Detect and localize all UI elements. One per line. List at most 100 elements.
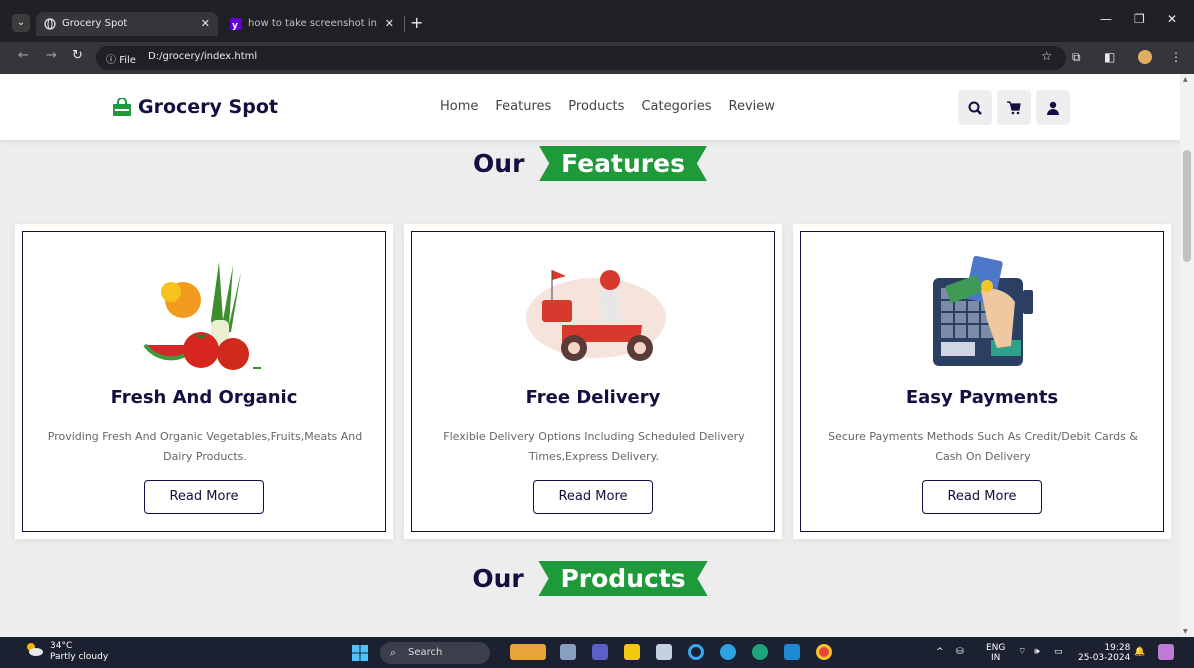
clock-date: 25-03-2024 bbox=[1078, 653, 1131, 663]
weather-desc: Partly cloudy bbox=[50, 652, 109, 662]
features-heading: Our Features bbox=[0, 146, 1180, 181]
new-tab-icon[interactable]: + bbox=[410, 12, 423, 34]
address-bar[interactable]: ⓘ File D:/grocery/index.html ☆ bbox=[96, 46, 1066, 70]
feature-card-delivery: Free Delivery Flexible Delivery Options … bbox=[404, 224, 782, 539]
cortana-icon[interactable] bbox=[688, 644, 704, 660]
battery-icon[interactable]: ▭ bbox=[1054, 647, 1063, 657]
tray-chevron-icon[interactable]: ^ bbox=[936, 647, 944, 657]
clock[interactable]: 19:28 25-03-2024 bbox=[1078, 643, 1130, 663]
main-nav: Home Features Products Categories Review bbox=[440, 99, 775, 114]
scooter-delivery-illustration bbox=[526, 270, 666, 361]
card-title: Easy Payments bbox=[905, 387, 1059, 408]
copilot-icon[interactable] bbox=[1158, 644, 1174, 660]
menu-kebab-icon[interactable]: ⋮ bbox=[1170, 50, 1182, 64]
reload-icon[interactable]: ↻ bbox=[72, 48, 83, 63]
task-view-icon[interactable] bbox=[560, 644, 576, 660]
bookmark-star-icon[interactable]: ☆ bbox=[1041, 49, 1052, 63]
close-icon[interactable]: ✕ bbox=[201, 12, 210, 36]
cart-button[interactable] bbox=[997, 90, 1031, 125]
read-more-button[interactable]: Read More bbox=[533, 480, 653, 514]
card-description: Secure Payments Methods Such As Credit/D… bbox=[828, 430, 1138, 463]
wifi-icon[interactable]: ⌔ bbox=[1018, 647, 1026, 657]
header-icons bbox=[958, 90, 1070, 125]
chrome-icon[interactable] bbox=[816, 644, 832, 660]
scroll-down-arrow-icon[interactable]: ▼ bbox=[1183, 628, 1188, 635]
user-button[interactable] bbox=[1036, 90, 1070, 125]
read-more-button[interactable]: Read More bbox=[922, 480, 1042, 514]
page-viewport: Grocery Spot Home Features Products Cate… bbox=[0, 74, 1180, 637]
side-panel-icon[interactable]: ◧ bbox=[1104, 50, 1115, 64]
tab-title: Grocery Spot bbox=[62, 18, 128, 29]
yahoo-icon: y bbox=[230, 18, 242, 30]
partly-cloudy-icon bbox=[27, 643, 43, 656]
site-info-icon[interactable]: ⓘ File bbox=[106, 51, 136, 66]
telegram-icon[interactable] bbox=[720, 644, 736, 660]
feature-card-fresh: Fresh And Organic Providing Fresh And Or… bbox=[15, 224, 393, 539]
nav-products[interactable]: Products bbox=[568, 99, 624, 114]
store-icon[interactable] bbox=[656, 644, 672, 660]
windows-start-icon[interactable] bbox=[352, 645, 368, 661]
card-description: Providing Fresh And Organic Vegetables,F… bbox=[47, 430, 363, 463]
products-heading: Our Products bbox=[0, 561, 1180, 596]
card-title: Fresh And Organic bbox=[110, 387, 298, 408]
scrollbar-thumb[interactable] bbox=[1183, 150, 1191, 262]
taskbar-search-label: Search bbox=[408, 647, 443, 658]
heading-prefix: Our bbox=[473, 149, 525, 178]
url-text: D:/grocery/index.html bbox=[148, 51, 258, 62]
shopping-bag-icon bbox=[113, 98, 131, 116]
nav-features[interactable]: Features bbox=[495, 99, 551, 114]
nav-review[interactable]: Review bbox=[729, 99, 775, 114]
language-indicator[interactable]: ENG IN bbox=[986, 643, 1005, 663]
globe-icon bbox=[44, 18, 56, 30]
svg-text:y: y bbox=[232, 21, 238, 30]
restore-icon[interactable]: ❐ bbox=[1134, 12, 1145, 26]
edge-icon[interactable] bbox=[752, 644, 768, 660]
browser-toolbar: ← → ↻ ⓘ File D:/grocery/index.html ☆ ⧉ ◧… bbox=[0, 42, 1194, 74]
card-title: Free Delivery bbox=[525, 387, 661, 408]
site-logo[interactable]: Grocery Spot bbox=[112, 96, 278, 118]
vscode-icon[interactable] bbox=[784, 644, 800, 660]
nav-home[interactable]: Home bbox=[440, 99, 478, 114]
heading-prefix: Our bbox=[472, 564, 524, 593]
read-more-button[interactable]: Read More bbox=[144, 480, 264, 514]
taskbar-search[interactable]: ⌕ Search bbox=[380, 642, 490, 664]
card-payment-illustration bbox=[933, 255, 1033, 366]
tab-divider bbox=[404, 16, 405, 32]
minimize-icon[interactable]: — bbox=[1100, 12, 1112, 26]
tab-screenshot-search[interactable]: y how to take screenshot in lapto ✕ bbox=[222, 12, 402, 53]
file-explorer-icon[interactable] bbox=[624, 644, 640, 660]
windows-taskbar: 34°C Partly cloudy ⌕ Search ^ ⛁ ENG IN ⌔… bbox=[0, 637, 1194, 668]
cart-icon bbox=[1007, 100, 1021, 114]
volume-icon[interactable]: 🕪 bbox=[1034, 647, 1040, 657]
page-scrollbar[interactable]: ▲ ▼ bbox=[1180, 74, 1194, 637]
close-icon[interactable]: ✕ bbox=[385, 12, 394, 36]
scroll-up-arrow-icon[interactable]: ▲ bbox=[1183, 76, 1188, 83]
features-grid: Fresh And Organic Providing Fresh And Or… bbox=[15, 224, 1172, 539]
profile-avatar[interactable] bbox=[1138, 50, 1152, 64]
clock-time: 19:28 bbox=[1104, 643, 1131, 653]
search-icon bbox=[968, 101, 982, 115]
lang-top: ENG bbox=[986, 643, 1006, 653]
logo-text: Grocery Spot bbox=[138, 96, 278, 118]
teams-icon[interactable] bbox=[592, 644, 608, 660]
weather-widget[interactable]: 34°C Partly cloudy bbox=[24, 641, 108, 663]
nav-categories[interactable]: Categories bbox=[641, 99, 711, 114]
heading-highlight: Features bbox=[539, 146, 707, 181]
lang-bottom: IN bbox=[991, 653, 1001, 663]
network-drive-icon[interactable]: ⛁ bbox=[956, 647, 964, 657]
weather-temp: 34°C bbox=[50, 641, 73, 651]
tab-search-icon[interactable]: ⌄ bbox=[12, 14, 30, 32]
close-window-icon[interactable]: ✕ bbox=[1167, 12, 1177, 26]
forward-icon[interactable]: → bbox=[46, 48, 57, 63]
scheme-label: File bbox=[119, 55, 136, 66]
tab-grocery-spot[interactable]: Grocery Spot ✕ bbox=[36, 12, 218, 36]
back-icon[interactable]: ← bbox=[18, 48, 29, 63]
site-header: Grocery Spot Home Features Products Cate… bbox=[0, 74, 1180, 140]
heading-highlight: Products bbox=[538, 561, 708, 596]
widgets-icon[interactable] bbox=[510, 644, 546, 660]
extensions-icon[interactable]: ⧉ bbox=[1072, 50, 1081, 65]
user-icon bbox=[1047, 101, 1059, 115]
browser-tab-bar: ⌄ Grocery Spot ✕ y how to take screensho… bbox=[0, 0, 1194, 53]
search-button[interactable] bbox=[958, 90, 992, 125]
notification-bell-icon[interactable]: 🔔 bbox=[1134, 647, 1145, 657]
